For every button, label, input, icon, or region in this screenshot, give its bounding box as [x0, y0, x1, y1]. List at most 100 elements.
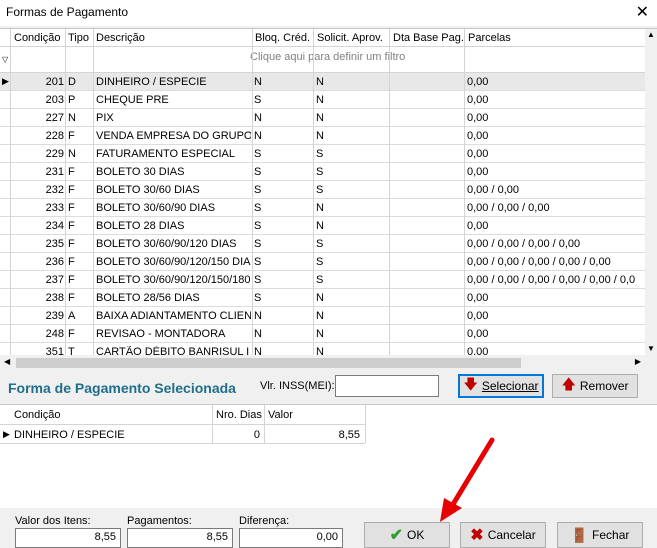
col-header-dta[interactable]: Dta Base Pag.: [393, 32, 464, 44]
select-button[interactable]: 🡇 Selecionar: [458, 374, 544, 398]
remove-button[interactable]: 🡅 Remover: [552, 374, 638, 398]
cell-solicit[interactable]: S: [316, 148, 388, 160]
cell-solicit[interactable]: N: [316, 310, 388, 322]
table-row[interactable]: 237 F BOLETO 30/60/90/120/150/180 S S 0,00 / …: [0, 271, 645, 289]
cell-parcelas[interactable]: 0,00: [467, 94, 647, 106]
horizontal-scroll-thumb[interactable]: [16, 358, 521, 368]
table-row[interactable]: 235 F BOLETO 30/60/90/120 DIAS S S 0,00 / 0,0…: [0, 235, 645, 253]
cell-solicit[interactable]: N: [316, 112, 388, 124]
cell-bloq[interactable]: N: [254, 76, 312, 88]
col-header-descricao[interactable]: Descrição: [96, 32, 145, 44]
cell-condicao[interactable]: 248: [10, 328, 64, 340]
cell-descricao[interactable]: REVISAO - MONTADORA: [96, 328, 251, 340]
cell-condicao[interactable]: 237: [10, 274, 64, 286]
cell-solicit[interactable]: N: [316, 76, 388, 88]
cancel-button[interactable]: ✖ Cancelar: [460, 522, 546, 548]
cell-bloq[interactable]: S: [254, 256, 312, 268]
table-row[interactable]: 229 N FATURAMENTO ESPECIAL S S 0,00: [0, 145, 645, 163]
cell-descricao[interactable]: BOLETO 30/60 DIAS: [96, 184, 251, 196]
table-row[interactable]: 232 F BOLETO 30/60 DIAS S S 0,00 / 0,00: [0, 181, 645, 199]
sel-col-valor[interactable]: Valor: [268, 409, 293, 421]
cell-condicao[interactable]: 232: [10, 184, 64, 196]
cell-tipo[interactable]: F: [68, 130, 92, 142]
cell-descricao[interactable]: BOLETO 28 DIAS: [96, 220, 251, 232]
table-row[interactable]: 233 F BOLETO 30/60/90 DIAS S N 0,00 / 0,00 / …: [0, 199, 645, 217]
cell-descricao[interactable]: DINHEIRO / ESPECIE: [96, 76, 251, 88]
cell-descricao[interactable]: VENDA EMPRESA DO GRUPO: [96, 130, 251, 142]
cell-tipo[interactable]: P: [68, 94, 92, 106]
filter-icon[interactable]: ▽: [2, 55, 8, 64]
cell-tipo[interactable]: F: [68, 202, 92, 214]
cell-bloq[interactable]: N: [254, 112, 312, 124]
cell-tipo[interactable]: F: [68, 184, 92, 196]
cell-descricao[interactable]: FATURAMENTO ESPECIAL: [96, 148, 251, 160]
cell-descricao[interactable]: BOLETO 30/60/90/120/150 DIAS: [96, 256, 251, 268]
table-row[interactable]: 238 F BOLETO 28/56 DIAS S N 0,00: [0, 289, 645, 307]
cell-parcelas[interactable]: 0,00 / 0,00: [467, 184, 647, 196]
cell-parcelas[interactable]: 0,00 / 0,00 / 0,00 / 0,00 / 0,00: [467, 256, 647, 268]
table-row[interactable]: 203 P CHEQUE PRE S N 0,00: [0, 91, 645, 109]
cell-parcelas[interactable]: 0,00 / 0,00 / 0,00 / 0,00 / 0,00 / 0,0: [467, 274, 647, 286]
inss-input[interactable]: [335, 375, 439, 397]
cell-solicit[interactable]: N: [316, 202, 388, 214]
cell-tipo[interactable]: D: [68, 76, 92, 88]
cell-bloq[interactable]: S: [254, 220, 312, 232]
cell-bloq[interactable]: N: [254, 328, 312, 340]
cell-condicao[interactable]: 201: [10, 76, 64, 88]
cell-parcelas[interactable]: 0,00: [467, 130, 647, 142]
cell-tipo[interactable]: F: [68, 238, 92, 250]
cell-solicit[interactable]: S: [316, 256, 388, 268]
scroll-right-icon[interactable]: ▶: [635, 357, 641, 366]
cell-descricao[interactable]: BOLETO 30/60/90/120/150/180: [96, 274, 251, 286]
cell-condicao[interactable]: 238: [10, 292, 64, 304]
cell-tipo[interactable]: A: [68, 310, 92, 322]
cell-parcelas[interactable]: 0,00: [467, 112, 647, 124]
cell-condicao[interactable]: 239: [10, 310, 64, 322]
col-header-tipo[interactable]: Tipo: [68, 32, 89, 44]
close-icon[interactable]: ✕: [636, 2, 649, 22]
cell-bloq[interactable]: S: [254, 148, 312, 160]
horizontal-scrollbar[interactable]: ◀ ▶: [0, 355, 657, 370]
cell-condicao[interactable]: 229: [10, 148, 64, 160]
filter-row[interactable]: ▽ Clique aqui para definir um filtro: [0, 47, 645, 73]
cell-bloq[interactable]: S: [254, 202, 312, 214]
cell-parcelas[interactable]: 0,00: [467, 166, 647, 178]
cell-parcelas[interactable]: 0,00 / 0,00 / 0,00 / 0,00: [467, 238, 647, 250]
sel-row-dias[interactable]: 0: [216, 429, 260, 441]
cell-bloq[interactable]: S: [254, 238, 312, 250]
cell-bloq[interactable]: S: [254, 184, 312, 196]
cell-tipo[interactable]: F: [68, 274, 92, 286]
cell-descricao[interactable]: BOLETO 28/56 DIAS: [96, 292, 251, 304]
ok-button[interactable]: ✔ OK: [364, 522, 450, 548]
table-row[interactable]: 234 F BOLETO 28 DIAS S N 0,00: [0, 217, 645, 235]
cell-condicao[interactable]: 235: [10, 238, 64, 250]
col-header-parcelas[interactable]: Parcelas: [468, 32, 511, 44]
sel-col-dias[interactable]: Nro. Dias: [216, 409, 262, 421]
cell-solicit[interactable]: S: [316, 238, 388, 250]
cell-bloq[interactable]: N: [254, 130, 312, 142]
cell-parcelas[interactable]: 0,00: [467, 148, 647, 160]
vertical-scrollbar[interactable]: ▲ ▼: [645, 29, 657, 355]
cell-solicit[interactable]: N: [316, 130, 388, 142]
cell-condicao[interactable]: 231: [10, 166, 64, 178]
cell-bloq[interactable]: S: [254, 94, 312, 106]
scroll-up-icon[interactable]: ▲: [647, 30, 655, 39]
cell-bloq[interactable]: S: [254, 274, 312, 286]
cell-parcelas[interactable]: 0,00: [467, 292, 647, 304]
cell-condicao[interactable]: 236: [10, 256, 64, 268]
cell-parcelas[interactable]: 0,00: [467, 328, 647, 340]
col-header-condicao[interactable]: Condição: [14, 32, 60, 44]
col-header-solicit[interactable]: Solicit. Aprov.: [317, 32, 383, 44]
cell-descricao[interactable]: PIX: [96, 112, 251, 124]
cell-condicao[interactable]: 203: [10, 94, 64, 106]
cell-solicit[interactable]: N: [316, 292, 388, 304]
cell-condicao[interactable]: 234: [10, 220, 64, 232]
table-row[interactable]: 236 F BOLETO 30/60/90/120/150 DIAS S S 0,00 /…: [0, 253, 645, 271]
cell-bloq[interactable]: S: [254, 166, 312, 178]
table-row[interactable]: 248 F REVISAO - MONTADORA N N 0,00: [0, 325, 645, 343]
sel-row-condicao[interactable]: DINHEIRO / ESPECIE: [14, 429, 125, 441]
cell-descricao[interactable]: CHEQUE PRE: [96, 94, 251, 106]
cell-solicit[interactable]: S: [316, 166, 388, 178]
close-button[interactable]: 🚪 Fechar: [557, 522, 643, 548]
table-row[interactable]: 228 F VENDA EMPRESA DO GRUPO N N 0,00: [0, 127, 645, 145]
